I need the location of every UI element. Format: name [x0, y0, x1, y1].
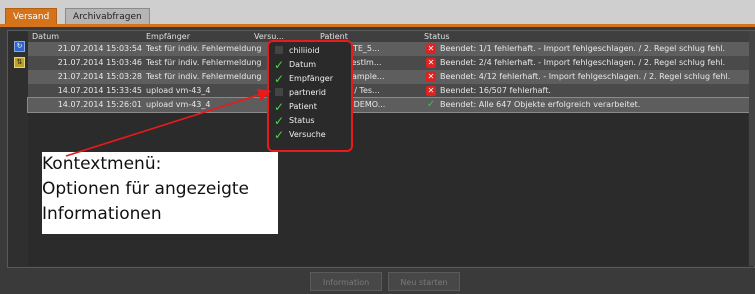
- cell-date: 21.07.2014 15:03:54: [57, 44, 142, 53]
- cell-status: Beendet: 16/507 fehlerhaft.: [440, 86, 551, 95]
- check-icon: ✓: [273, 72, 285, 86]
- context-menu-label: chiliioid: [289, 46, 320, 55]
- check-icon: ✓: [426, 99, 436, 110]
- column-header-recipient[interactable]: Empfänger: [146, 31, 190, 42]
- annotation-line: Kontextmenü:: [42, 154, 162, 174]
- context-menu-item-datum[interactable]: ✓ Datum: [273, 58, 349, 72]
- context-menu-label: Patient: [289, 102, 317, 111]
- refresh-icon[interactable]: ↻: [14, 41, 25, 52]
- information-button[interactable]: Information: [310, 272, 382, 291]
- table-row[interactable]: 14.07.2014 15:33:45 upload vm-43_4 ...AT…: [28, 84, 755, 98]
- context-menu-item-partnerid[interactable]: partnerid: [273, 86, 349, 100]
- table-row[interactable]: 21.07.2014 15:03:46 Test für indiv. Fehl…: [28, 56, 755, 70]
- cell-date: 14.07.2014 15:26:01: [57, 100, 142, 109]
- cell-status: Beendet: Alle 647 Objekte erfolgreich ve…: [440, 100, 641, 109]
- cell-recipient: upload vm-43_4: [146, 100, 211, 109]
- column-header-date[interactable]: Datum: [32, 31, 59, 42]
- context-menu-item-patient[interactable]: ✓ Patient: [273, 100, 349, 114]
- check-icon: ✓: [273, 114, 285, 128]
- context-menu-label: Status: [289, 116, 315, 125]
- table-row[interactable]: 21.07.2014 15:03:28 Test für indiv. Fehl…: [28, 70, 755, 84]
- context-menu-label: partnerid: [289, 88, 326, 97]
- context-menu-label: Datum: [289, 60, 317, 69]
- table-row-selected[interactable]: 14.07.2014 15:26:01 upload vm-43_4 ...ab…: [27, 97, 755, 113]
- tab-bar: Versand Archivabfragen: [0, 0, 755, 26]
- cell-date: 14.07.2014 15:33:45: [57, 86, 142, 95]
- context-menu-label: Versuche: [289, 130, 326, 139]
- check-icon: ✓: [273, 100, 285, 114]
- vertical-scrollbar[interactable]: [749, 31, 755, 266]
- app-window: Versand Archivabfragen ↻ ⇅ Datum Empfäng…: [0, 0, 755, 294]
- context-menu-item-versuche[interactable]: ✓ Versuche: [273, 128, 349, 142]
- tab-versand[interactable]: Versand: [5, 8, 58, 24]
- annotation-callout: Kontextmenü: Optionen für angezeigte Inf…: [42, 152, 278, 234]
- sync-icon[interactable]: ⇅: [14, 57, 25, 68]
- cell-status: Beendet: 2/4 fehlerhaft. - Import fehlge…: [440, 58, 726, 67]
- check-icon: ✓: [273, 58, 285, 72]
- context-menu-item-chiliioid[interactable]: chiliioid: [273, 44, 349, 58]
- cell-status: Beendet: 1/1 fehlerhaft. - Import fehlge…: [440, 44, 726, 53]
- column-context-menu: chiliioid ✓ Datum ✓ Empfänger partnerid …: [267, 40, 353, 152]
- table-row[interactable]: 21.07.2014 15:03:54 Test für indiv. Fehl…: [28, 42, 755, 56]
- cell-status: Beendet: 4/12 fehlerhaft. - Import fehlg…: [440, 72, 731, 81]
- tab-archivabfragen[interactable]: Archivabfragen: [65, 8, 150, 24]
- check-icon: ✓: [273, 128, 285, 142]
- cell-recipient: upload vm-43_4: [146, 86, 211, 95]
- table-header: Datum Empfänger Versu... Patient Status: [28, 31, 755, 42]
- unchecked-box-icon: [275, 46, 283, 54]
- column-header-status[interactable]: Status: [424, 31, 450, 42]
- error-icon: ✕: [426, 72, 436, 82]
- cell-recipient: Test für indiv. Fehlermeldung: [146, 58, 262, 67]
- error-icon: ✕: [426, 86, 436, 96]
- cell-recipient: Test für indiv. Fehlermeldung: [146, 44, 262, 53]
- restart-button[interactable]: Neu starten: [388, 272, 460, 291]
- cell-date: 21.07.2014 15:03:28: [57, 72, 142, 81]
- annotation-line: Optionen für angezeigte: [42, 179, 249, 199]
- tab-underline: [0, 24, 755, 27]
- context-menu-label: Empfänger: [289, 74, 334, 83]
- cell-date: 21.07.2014 15:03:46: [57, 58, 142, 67]
- unchecked-box-icon: [275, 88, 283, 96]
- error-icon: ✕: [426, 44, 436, 54]
- cell-recipient: Test für indiv. Fehlermeldung: [146, 72, 262, 81]
- context-menu-item-status[interactable]: ✓ Status: [273, 114, 349, 128]
- error-icon: ✕: [426, 58, 436, 68]
- context-menu-item-empfaenger[interactable]: ✓ Empfänger: [273, 72, 349, 86]
- annotation-line: Informationen: [42, 204, 162, 224]
